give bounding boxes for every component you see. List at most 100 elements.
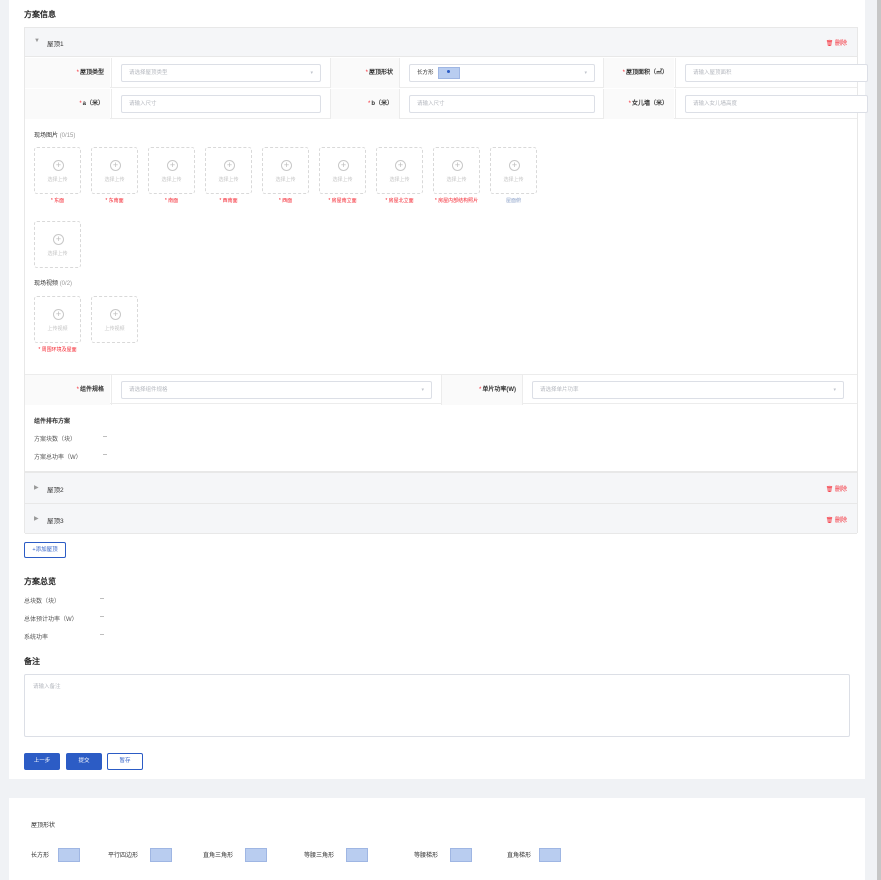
photos-title: 现场图片 (0/15): [34, 133, 76, 139]
plus-circle-icon: +: [53, 234, 64, 245]
delete-roof-button[interactable]: 🗑 删除: [826, 515, 847, 524]
add-roof-button[interactable]: +添加屋顶: [24, 542, 66, 558]
photo-caption: * 房屋内部结构照片: [434, 198, 479, 204]
roof-shape-select[interactable]: 长方形 ▾: [409, 64, 595, 82]
section-title: 方案信息: [24, 10, 56, 19]
plus-circle-icon: +: [509, 160, 520, 171]
roof-header-1[interactable]: ▼ 屋顶1 🗑 删除: [25, 28, 857, 57]
shape-thumbnail-icon: [450, 848, 472, 862]
legend-shape-label: 直角梯形: [507, 853, 532, 859]
roof-header-2[interactable]: ▶ 屋顶2 🗑 删除: [25, 473, 857, 504]
legend-title: 屋顶形状: [31, 823, 56, 829]
expected-power-value: --: [100, 614, 104, 620]
plus-circle-icon: +: [110, 309, 121, 320]
count-label: 方案块数（块）: [34, 437, 77, 443]
roof-header-3[interactable]: ▶ 屋顶3 🗑 删除: [25, 504, 857, 534]
power-label: *单片功率(W): [442, 375, 522, 405]
total-blocks-value: --: [100, 596, 104, 602]
plus-circle-icon: +: [53, 160, 64, 171]
count-value: --: [103, 434, 107, 440]
photo-upload-1[interactable]: + 选择上传: [34, 147, 81, 194]
plus-circle-icon: +: [452, 160, 463, 171]
parapet-input[interactable]: 请输入女儿墙高度: [685, 95, 868, 113]
a-input[interactable]: 请输入尺寸: [121, 95, 321, 113]
scrollbar-track[interactable]: [877, 0, 881, 880]
delete-roof-button[interactable]: 🗑 删除: [826, 38, 847, 47]
shape-thumbnail-icon: [58, 848, 80, 862]
power-select[interactable]: 请选择单片功率 ▾: [532, 381, 844, 399]
chevron-down-icon: ▾: [421, 387, 424, 393]
shape-legend-card: 屋顶形状: [9, 798, 865, 880]
roof-panel-3: ▶ 屋顶3 🗑 删除: [24, 503, 858, 534]
scrollbar-thumb[interactable]: [877, 0, 881, 880]
caret-down-icon[interactable]: ▼: [34, 38, 40, 44]
photo-upload-3[interactable]: + 选择上传: [148, 147, 195, 194]
total-power-value: --: [103, 452, 107, 458]
photo-upload-extra[interactable]: + 选择上传: [34, 221, 81, 268]
plus-circle-icon: +: [395, 160, 406, 171]
plus-circle-icon: +: [224, 160, 235, 171]
plus-circle-icon: +: [110, 160, 121, 171]
chevron-down-icon: ▾: [310, 70, 313, 76]
module-row: *组件规格 请选择组件规格 ▾ *单片功率(W) 请选择单片功率 ▾: [25, 374, 857, 405]
video-caption: * 周围环境及屋面: [38, 347, 77, 353]
save-draft-button[interactable]: 暂存: [107, 753, 143, 770]
photo-caption: * 南面: [164, 198, 179, 204]
photo-caption: 屋面俯: [505, 198, 521, 204]
trash-icon: 🗑: [825, 487, 834, 493]
form-row-2: *a（米） 请输入尺寸 *b（米） 请输入尺寸 *女儿墙（米） 请输入女儿墙高度: [25, 89, 868, 119]
submit-button[interactable]: 提交: [66, 753, 102, 770]
total-blocks-label: 总块数（块）: [24, 599, 61, 605]
b-label: *b（米）: [331, 89, 399, 119]
prev-step-button[interactable]: 上一步: [24, 753, 60, 770]
photo-caption: * 东面: [50, 198, 65, 204]
video-upload-2[interactable]: + 上传视频: [91, 296, 138, 343]
delete-roof-button[interactable]: 🗑 删除: [826, 484, 847, 493]
plus-circle-icon: +: [338, 160, 349, 171]
layout-title: 组件排布方案: [34, 419, 71, 425]
remark-title: 备注: [24, 657, 40, 666]
roof-panel-2: ▶ 屋顶2 🗑 删除: [24, 472, 858, 504]
photo-caption: * 东南面: [105, 198, 124, 204]
remark-textarea[interactable]: 请输入备注: [24, 674, 850, 737]
parapet-label: *女儿墙（米）: [604, 89, 674, 119]
photo-upload-7[interactable]: + 选择上传: [376, 147, 423, 194]
roof-type-select[interactable]: 请选择屋顶类型 ▾: [121, 64, 321, 82]
photo-upload-2[interactable]: + 选择上传: [91, 147, 138, 194]
photo-upload-9[interactable]: + 选择上传: [490, 147, 537, 194]
roof-panel-1: ▼ 屋顶1 🗑 删除 *屋顶类型 请选择屋顶类型 ▾ *屋顶形状 长方形 ▾ *屋顶…: [24, 27, 868, 472]
system-power-label: 系统功率: [24, 635, 49, 641]
plus-circle-icon: +: [281, 160, 292, 171]
legend-shape-label: 长方形: [31, 853, 50, 859]
legend-shape-label: 等腰三角形: [304, 853, 335, 859]
photo-upload-5[interactable]: + 选择上传: [262, 147, 309, 194]
roof-area-input[interactable]: 请输入屋顶面积: [685, 64, 868, 82]
trash-icon: 🗑: [825, 518, 834, 524]
overview-title: 方案总览: [24, 577, 56, 586]
expected-power-label: 总体预计功率（W）: [24, 617, 78, 623]
shape-thumbnail-icon: [346, 848, 368, 862]
shape-thumbnail-icon: [245, 848, 267, 862]
roof-shape-label: *屋顶形状: [331, 58, 399, 88]
chevron-down-icon: ▾: [833, 387, 836, 393]
legend-shape-label: 等腰梯形: [414, 853, 439, 859]
video-upload-1[interactable]: + 上传视频: [34, 296, 81, 343]
shape-thumbnail-icon: [150, 848, 172, 862]
caret-right-icon[interactable]: ▶: [34, 515, 39, 522]
total-power-label: 方案总功率（W）: [34, 455, 82, 461]
photo-upload-4[interactable]: + 选择上传: [205, 147, 252, 194]
rectangle-shape-icon: [437, 66, 460, 79]
b-input[interactable]: 请输入尺寸: [409, 95, 595, 113]
videos-title: 现场视频 (0/2): [34, 281, 73, 287]
a-label: *a（米）: [25, 89, 110, 119]
chevron-down-icon: ▾: [584, 70, 587, 76]
plus-circle-icon: +: [53, 309, 64, 320]
roof-name: 屋顶1: [47, 41, 64, 48]
photo-caption: * 房屋南立面: [328, 198, 357, 204]
module-select[interactable]: 请选择组件规格 ▾: [121, 381, 432, 399]
caret-right-icon[interactable]: ▶: [34, 484, 39, 491]
form-card: 方案信息 ▼ 屋顶1 🗑 删除 *屋顶类型 请选择屋顶类型 ▾ *屋顶形状 长方形…: [9, 0, 868, 779]
photo-upload-6[interactable]: + 选择上传: [319, 147, 366, 194]
photo-caption: * 房屋北立面: [385, 198, 414, 204]
photo-upload-8[interactable]: + 选择上传: [433, 147, 480, 194]
